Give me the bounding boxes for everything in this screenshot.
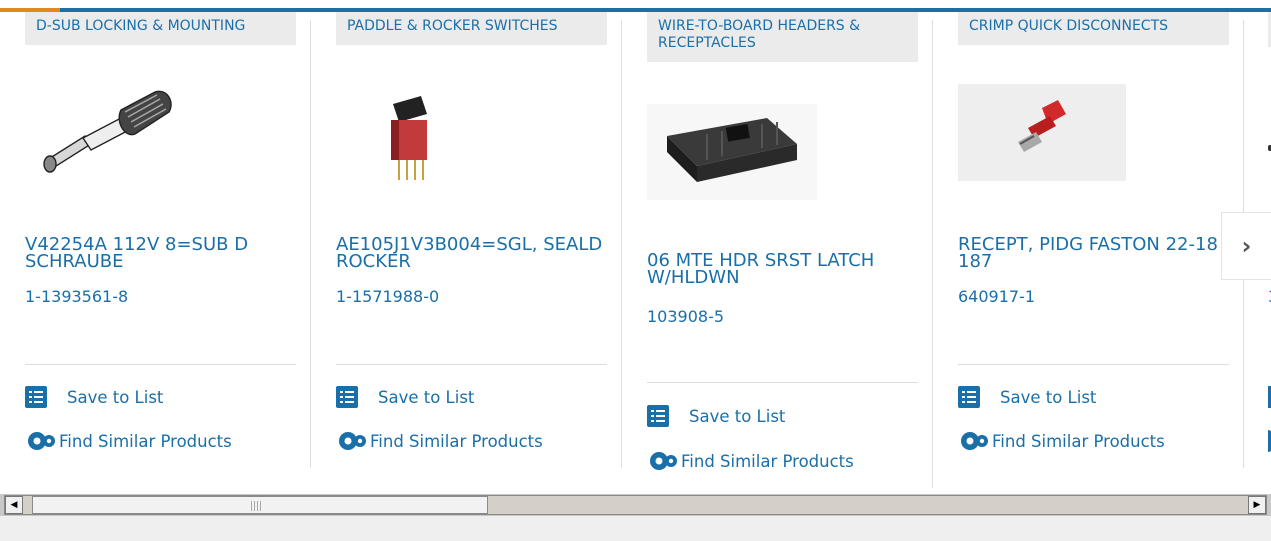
card-separator (25, 364, 296, 365)
part-number[interactable]: 1-1571988-0 (336, 287, 439, 306)
scrollbar-grip (251, 501, 263, 511)
bottom-panel (0, 516, 1271, 541)
chevron-right-icon: › (1241, 232, 1252, 260)
scroll-right-arrow[interactable]: ▶ (1248, 496, 1266, 514)
rocker-switch-image (391, 96, 427, 180)
part-number[interactable]: 640917-1 (958, 287, 1035, 306)
find-similar-button[interactable]: Find Similar Products (958, 430, 1165, 452)
card-separator (958, 364, 1229, 365)
category-label[interactable]: CRIMP QUICK DISCONNECTS (958, 12, 1229, 45)
scrollbar-thumb[interactable] (32, 496, 488, 514)
product-carousel: D-SUB LOCKING & MOUNTING V42254A 112V 8=… (0, 12, 1271, 488)
find-similar-label: Find Similar Products (992, 431, 1165, 451)
product-title[interactable]: AE105J1V3B004=SGL, SEALD ROCKER (336, 236, 614, 271)
find-similar-button[interactable]: Find Similar Products (647, 450, 854, 472)
card-separator (647, 382, 918, 383)
find-similar-button[interactable]: Find Similar Products (336, 430, 543, 452)
save-to-list-label: Save to List (1000, 387, 1097, 407)
product-card: CRIMP QUICK DISCONNECTS RECEPT, PIDG FAS… (933, 12, 1244, 488)
part-number[interactable]: 1-1393561-8 (25, 287, 128, 306)
save-to-list-button[interactable]: Save to List (958, 386, 1096, 408)
top-accent-bar (0, 0, 1271, 12)
product-title[interactable]: 06 MTE HDR SRST LATCH W/HLDWN (647, 252, 925, 287)
product-title[interactable]: RECEPT, PIDG FASTON 22-18 187 (958, 236, 1236, 271)
product-card: WIRE-TO-BOARD HEADERS & RECEPTACLES 06 M… (622, 12, 933, 488)
checklist-icon (25, 386, 47, 408)
product-card: PADDLE & ROCKER SWITCHES AE105J1V3B004=S… (311, 12, 622, 488)
save-to-list-button[interactable]: Save to List (25, 386, 163, 408)
gears-icon (339, 432, 366, 450)
header-connector-image (647, 104, 817, 200)
product-title[interactable]: V42254A 112V 8=SUB D SCHRAUBE (25, 236, 303, 271)
category-label[interactable]: WIRE-TO-BOARD HEADERS & RECEPTACLES (647, 12, 918, 62)
save-to-list-button[interactable]: Save to List (647, 405, 785, 427)
category-label[interactable]: D-SUB LOCKING & MOUNTING (25, 12, 296, 45)
find-similar-label: Find Similar Products (59, 431, 232, 451)
product-image[interactable] (25, 80, 185, 190)
crimp-terminal-image (958, 84, 1126, 181)
product-card: D-SUB LOCKING & MOUNTING V42254A 112V 8=… (0, 12, 311, 488)
checklist-icon (336, 386, 358, 408)
product-image[interactable] (958, 84, 1126, 181)
find-similar-label: Find Similar Products (370, 431, 543, 451)
product-image[interactable] (371, 84, 471, 194)
gears-icon (961, 432, 988, 450)
scroll-left-arrow[interactable]: ◀ (5, 496, 23, 514)
part-number[interactable]: 103908-5 (647, 307, 724, 326)
save-to-list-button[interactable]: Save to List (336, 386, 474, 408)
carousel-next-button[interactable]: › (1221, 212, 1271, 280)
save-to-list-label: Save to List (378, 387, 475, 407)
category-label[interactable]: PADDLE & ROCKER SWITCHES (336, 12, 607, 45)
checklist-icon (647, 405, 669, 427)
product-image[interactable] (647, 104, 817, 200)
thumbscrew-image (43, 90, 172, 173)
gears-icon (650, 452, 677, 470)
horizontal-scrollbar[interactable]: ◀ ▶ (0, 494, 1271, 516)
card-separator (336, 364, 607, 365)
find-similar-button[interactable]: Find Similar Products (25, 430, 232, 452)
save-to-list-label: Save to List (689, 406, 786, 426)
gears-icon (28, 432, 55, 450)
find-similar-label: Find Similar Products (681, 451, 854, 471)
checklist-icon (958, 386, 980, 408)
save-to-list-label: Save to List (67, 387, 164, 407)
